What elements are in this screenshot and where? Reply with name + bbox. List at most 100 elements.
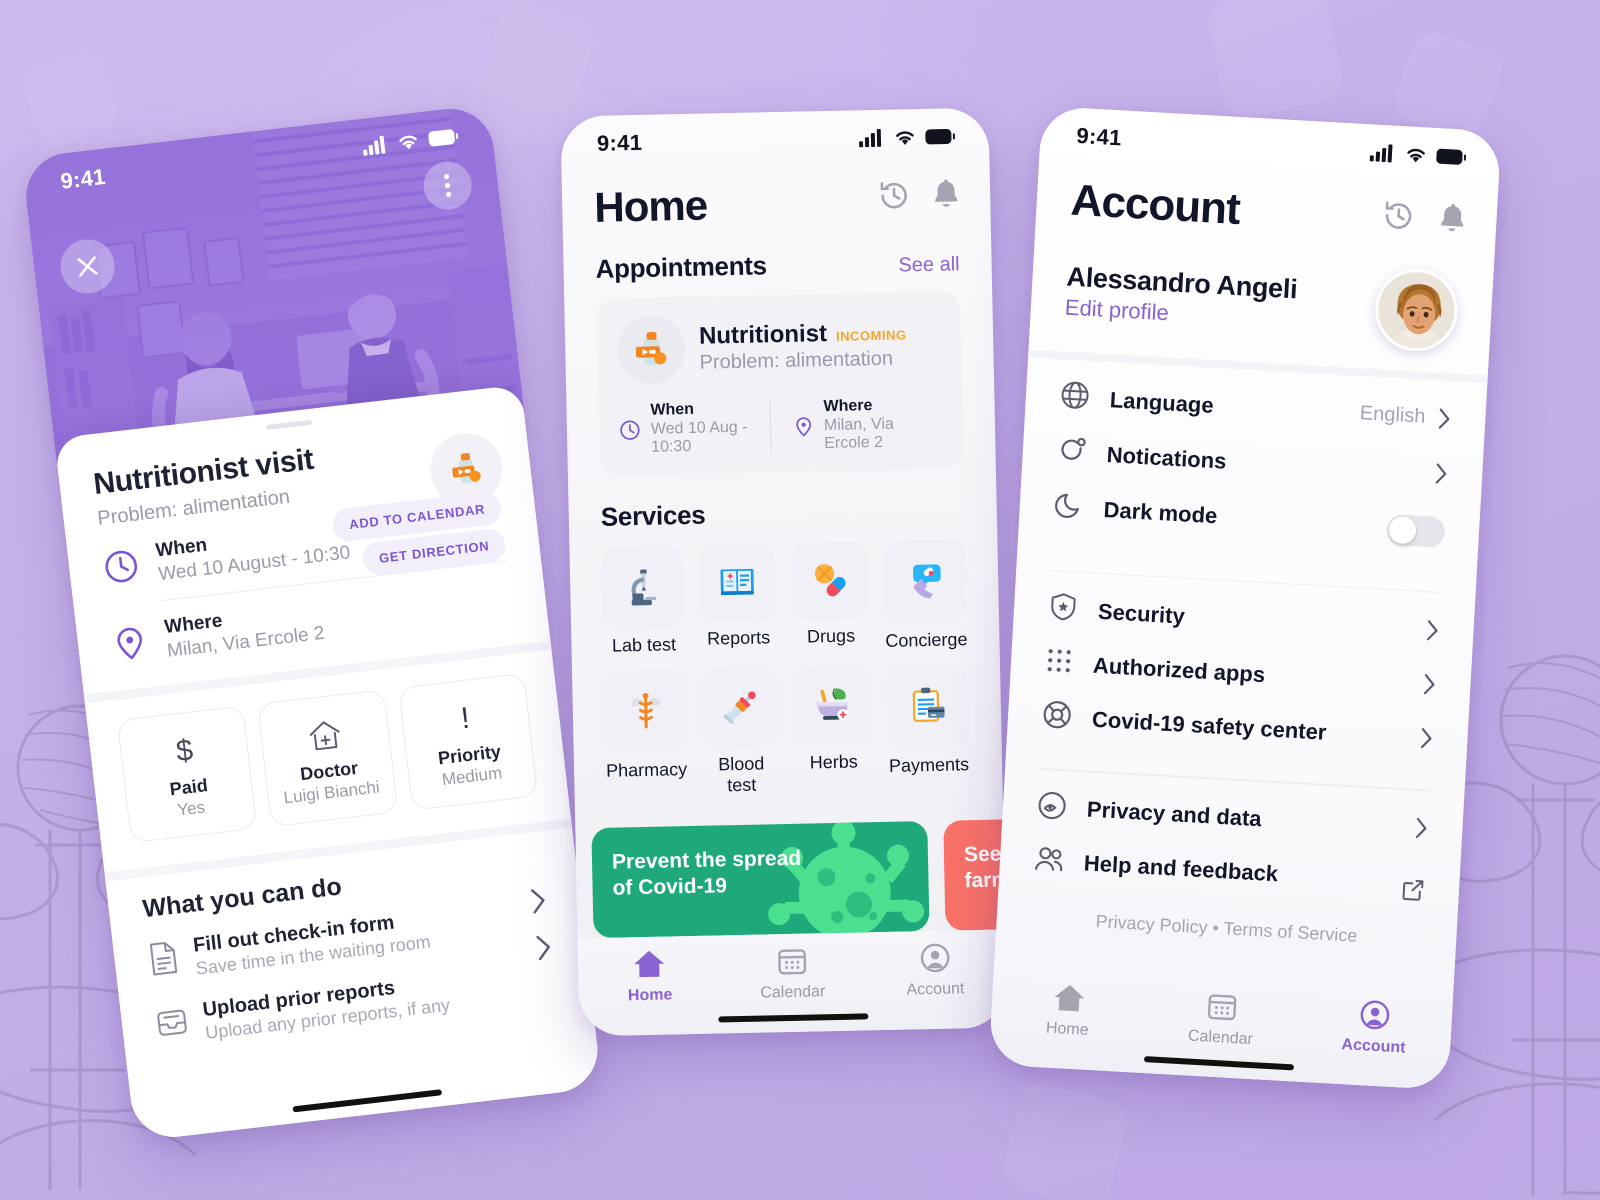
appointment-card[interactable]: Nutritionist INCOMING Problem: alimentat… — [596, 291, 964, 476]
appointment-card-bottom: When Wed 10 Aug - 10:30 Where Milan, Via… — [618, 395, 944, 458]
avatar[interactable] — [1373, 266, 1460, 354]
service-label: Concierge — [885, 629, 968, 651]
banner-covid[interactable]: Prevent the spread of Covid-19 — [591, 821, 930, 939]
status-icons — [362, 127, 459, 156]
appointment-name: Nutritionist — [698, 320, 828, 350]
profile-row[interactable]: Alessandro Angeli Edit profile — [1064, 250, 1460, 354]
chevron-right-icon — [529, 886, 549, 921]
when-label: When — [650, 400, 695, 419]
tab-label: Account — [1341, 1036, 1406, 1057]
legal-links[interactable]: Privacy Policy • Terms of Service — [1030, 907, 1423, 950]
service-payments[interactable]: Payments — [885, 664, 971, 792]
medicine-bottle-icon — [452, 452, 481, 484]
tab-label: Home — [627, 986, 673, 1005]
wifi-icon — [1407, 148, 1425, 162]
clinic-icon — [266, 709, 383, 762]
eye-privacy-icon — [1036, 790, 1068, 827]
chevron-right-icon — [1438, 408, 1450, 429]
syringe-icon — [701, 668, 780, 747]
tab-account[interactable]: Account — [863, 941, 1007, 1000]
clock-icon — [101, 547, 141, 587]
bell-ring-icon — [1056, 434, 1088, 471]
history-icon[interactable] — [878, 179, 911, 217]
phone-chat-icon — [883, 539, 968, 623]
setting-control — [1419, 726, 1434, 751]
tab-calendar[interactable]: Calendar — [1143, 987, 1299, 1051]
service-concierge[interactable]: Concierge — [883, 539, 968, 652]
mortar-herbs-icon — [793, 666, 872, 745]
location-pin-icon — [110, 623, 150, 663]
setting-control — [1422, 672, 1437, 697]
service-label: Herbs — [809, 751, 858, 773]
exclamation-icon: ! — [459, 701, 472, 736]
chevron-right-icon — [1423, 674, 1435, 695]
chevron-right-icon — [1420, 727, 1432, 749]
tab-home[interactable]: Home — [578, 947, 722, 1006]
wifi-icon — [399, 135, 417, 149]
where-label: Where — [823, 397, 873, 416]
battery-icon — [925, 128, 956, 145]
bell-icon[interactable] — [932, 179, 961, 216]
service-blood-test[interactable]: Blood test — [701, 668, 780, 796]
history-icon[interactable] — [1381, 199, 1415, 238]
where-value: Milan, Via Ercole 2 — [823, 415, 895, 453]
virus-illustration — [768, 821, 925, 939]
section-title: Appointments — [595, 250, 768, 284]
setting-control — [1386, 513, 1446, 549]
account-header: Account Alessandro Angeli Edit profile L… — [996, 162, 1498, 952]
stat-priority[interactable]: ! Priority Medium — [397, 672, 539, 811]
service-lab-test[interactable]: Lab test — [601, 545, 685, 658]
tab-calendar[interactable]: Calendar — [721, 944, 865, 1003]
stat-paid[interactable]: $ Paid Yes — [116, 705, 258, 844]
status-badge: INCOMING — [835, 327, 907, 344]
service-label: Drugs — [806, 625, 856, 647]
service-reports[interactable]: Reports — [698, 543, 777, 656]
setting-control — [1425, 618, 1440, 643]
calendar-icon — [1207, 994, 1237, 1021]
medical-book-icon — [698, 543, 777, 622]
bell-icon[interactable] — [1437, 203, 1467, 241]
home-header: Home Appointments See all Nutritionist I… — [562, 164, 1003, 799]
status-time: 9:41 — [596, 129, 643, 156]
stats-row: $ Paid Yes Doctor Luigi Bianchi ! Priori… — [85, 650, 568, 847]
cellular-signal-icon — [363, 135, 386, 156]
setting-label: Help and feedback — [1083, 850, 1279, 887]
wifi-icon — [896, 130, 914, 145]
tab-account[interactable]: Account — [1296, 996, 1452, 1060]
clock-icon — [620, 420, 640, 440]
service-label: Reports — [706, 627, 771, 650]
chevron-right-icon — [1435, 462, 1447, 484]
appointment-when: When Wed 10 Aug - 10:30 — [618, 399, 770, 457]
shield-star-icon — [1047, 591, 1079, 628]
globe-icon — [1059, 379, 1091, 416]
service-drugs[interactable]: Drugs — [790, 541, 870, 654]
status-icons — [1369, 143, 1467, 166]
cellular-signal-icon — [859, 128, 882, 148]
setting-label: Language — [1109, 386, 1215, 418]
user-photo — [1375, 270, 1460, 354]
battery-icon — [1436, 148, 1467, 165]
stat-doctor[interactable]: Doctor Luigi Bianchi — [257, 689, 398, 828]
setting-control — [1400, 877, 1425, 902]
people-icon — [1033, 844, 1065, 879]
status-time: 9:41 — [59, 163, 107, 194]
service-label: Blood test — [718, 752, 765, 795]
services-grid: Lab test Reports Drugs Concierge Pharmac… — [601, 539, 970, 798]
home-icon — [1054, 984, 1085, 1012]
appointment-card-top: Nutritionist INCOMING Problem: alimentat… — [616, 310, 942, 385]
dollar-icon: $ — [174, 733, 195, 769]
see-all-link[interactable]: See all — [898, 253, 960, 277]
services-section-title: Services — [600, 499, 706, 532]
calendar-icon — [778, 949, 807, 975]
dark-mode-toggle[interactable] — [1386, 513, 1446, 549]
service-herbs[interactable]: Herbs — [793, 666, 872, 794]
setting-label: Security — [1097, 598, 1186, 629]
header-actions — [878, 178, 961, 217]
clipboard-card-icon — [885, 664, 970, 748]
cellular-signal-icon — [1369, 144, 1393, 163]
account-icon — [920, 943, 950, 973]
tab-home[interactable]: Home — [990, 979, 1146, 1043]
service-pharmacy[interactable]: Pharmacy — [604, 670, 688, 798]
tab-label: Calendar — [760, 983, 826, 1002]
upload-tray-icon — [154, 1006, 190, 1044]
